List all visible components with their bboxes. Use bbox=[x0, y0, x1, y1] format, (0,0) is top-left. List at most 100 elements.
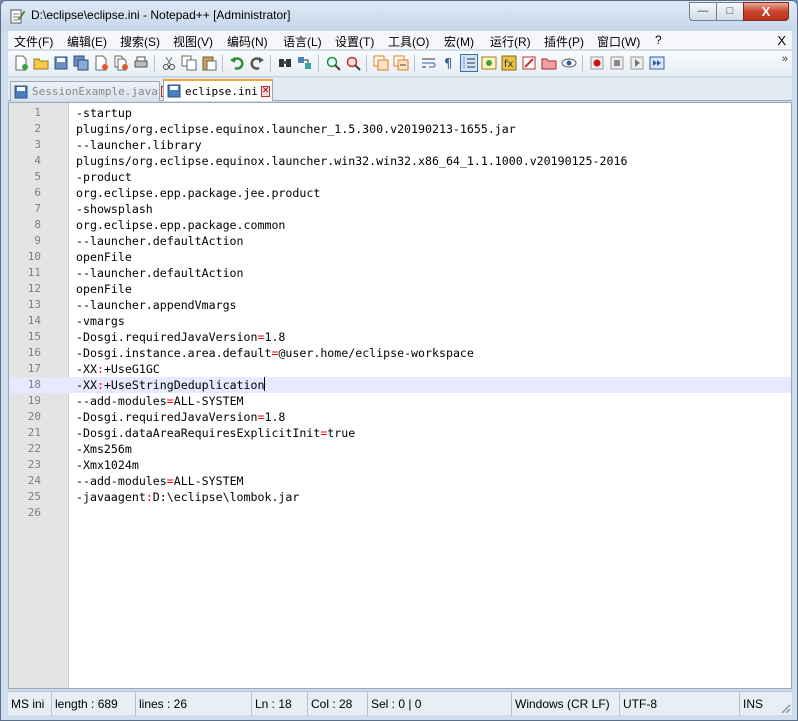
find-icon[interactable] bbox=[276, 54, 294, 72]
cut-icon[interactable] bbox=[160, 54, 178, 72]
document-map-icon[interactable] bbox=[480, 54, 498, 72]
editor-line[interactable]: 13 --launcher.appendVmargs bbox=[9, 297, 791, 313]
menu-macro[interactable]: 宏(M) bbox=[444, 33, 474, 50]
menu-settings[interactable]: 设置(T) bbox=[335, 33, 374, 50]
close-icon[interactable] bbox=[92, 54, 110, 72]
editor-line[interactable]: 20 -Dosgi.requiredJavaVersion=1.8 bbox=[9, 409, 791, 425]
tab-session-example[interactable]: SessionExample.java ✕ bbox=[10, 81, 171, 101]
menu-window[interactable]: 窗口(W) bbox=[597, 33, 640, 50]
status-encoding: UTF-8 bbox=[620, 692, 740, 716]
editor-line[interactable]: 2 plugins/org.eclipse.equinox.launcher_1.… bbox=[9, 121, 791, 137]
menu-tools[interactable]: 工具(O) bbox=[388, 33, 429, 50]
toolbar-separator bbox=[318, 55, 319, 72]
save-all-icon[interactable] bbox=[72, 54, 90, 72]
editor-line[interactable]: 5 -product bbox=[9, 169, 791, 185]
editor-line[interactable]: 8 org.eclipse.epp.package.common bbox=[9, 217, 791, 233]
sync-vertical-icon[interactable] bbox=[372, 54, 390, 72]
title-bar[interactable]: D:\eclipse\eclipse.ini - Notepad++ [Admi… bbox=[1, 1, 797, 31]
function-list-icon[interactable]: fx bbox=[500, 54, 518, 72]
save-icon[interactable] bbox=[52, 54, 70, 72]
editor-line[interactable]: 18 -XX:+UseStringDeduplication bbox=[9, 377, 791, 393]
editor-line[interactable]: 10 openFile bbox=[9, 249, 791, 265]
open-file-icon[interactable] bbox=[32, 54, 50, 72]
zoom-out-icon[interactable] bbox=[344, 54, 362, 72]
status-file-type: MS ini bbox=[8, 692, 52, 716]
stop-recording-icon[interactable] bbox=[608, 54, 626, 72]
editor-line[interactable]: 22 -Xms256m bbox=[9, 441, 791, 457]
maximize-button[interactable]: □ bbox=[716, 2, 744, 21]
text-editor[interactable]: 1 -startup 2 plugins/org.eclipse.equinox.la… bbox=[8, 102, 792, 689]
menu-help[interactable]: ? bbox=[655, 33, 662, 47]
line-text: plugins/org.eclipse.equinox.launcher.win… bbox=[76, 154, 628, 168]
monitoring-icon[interactable] bbox=[540, 54, 558, 72]
menu-encoding[interactable]: 编码(N) bbox=[227, 33, 268, 50]
indent-guide-icon[interactable] bbox=[460, 54, 478, 72]
menu-language[interactable]: 语言(L) bbox=[283, 33, 322, 50]
line-number: 26 bbox=[27, 506, 41, 519]
line-number: 20 bbox=[27, 410, 41, 423]
editor-line[interactable]: 4 plugins/org.eclipse.equinox.launcher.wi… bbox=[9, 153, 791, 169]
saved-file-icon bbox=[14, 85, 28, 99]
close-all-icon[interactable] bbox=[112, 54, 130, 72]
run-macro-multiple-icon[interactable] bbox=[648, 54, 666, 72]
paste-icon[interactable] bbox=[200, 54, 218, 72]
editor-line[interactable]: 26 bbox=[9, 505, 791, 521]
editor-line[interactable]: 7 -showsplash bbox=[9, 201, 791, 217]
menu-view[interactable]: 视图(V) bbox=[173, 33, 213, 50]
editor-line[interactable]: 25 -javaagent:D:\eclipse\lombok.jar bbox=[9, 489, 791, 505]
print-icon[interactable] bbox=[132, 54, 150, 72]
show-all-characters-icon[interactable]: ¶ bbox=[440, 54, 458, 72]
line-text: -startup bbox=[76, 106, 132, 120]
editor-line[interactable]: 12 openFile bbox=[9, 281, 791, 297]
close-window-button[interactable]: X bbox=[743, 2, 789, 21]
editor-line[interactable]: 24 --add-modules=ALL-SYSTEM bbox=[9, 473, 791, 489]
editor-line[interactable]: 15 -Dosgi.requiredJavaVersion=1.8 bbox=[9, 329, 791, 345]
line-number: 22 bbox=[27, 442, 41, 455]
menu-edit[interactable]: 编辑(E) bbox=[67, 33, 107, 50]
undo-icon[interactable] bbox=[228, 54, 246, 72]
line-text: -vmargs bbox=[76, 314, 125, 328]
line-number: 16 bbox=[27, 346, 41, 359]
line-number: 7 bbox=[34, 202, 41, 215]
editor-line[interactable]: 1 -startup bbox=[9, 105, 791, 121]
zoom-in-icon[interactable] bbox=[324, 54, 342, 72]
close-document-button[interactable]: X bbox=[777, 33, 786, 48]
folder-as-workspace-icon[interactable] bbox=[520, 54, 538, 72]
line-number: 21 bbox=[27, 426, 41, 439]
tab-close-icon[interactable]: ✕ bbox=[260, 85, 271, 97]
record-macro-icon[interactable] bbox=[588, 54, 606, 72]
toolbar-overflow-button[interactable]: » bbox=[782, 53, 788, 65]
toolbar-separator bbox=[582, 55, 583, 72]
editor-line[interactable]: 23 -Xmx1024m bbox=[9, 457, 791, 473]
word-wrap-icon[interactable] bbox=[420, 54, 438, 72]
tab-eclipse-ini[interactable]: eclipse.ini ✕ bbox=[163, 79, 273, 101]
redo-icon[interactable] bbox=[248, 54, 266, 72]
menu-run[interactable]: 运行(R) bbox=[490, 33, 531, 50]
editor-line[interactable]: 14 -vmargs bbox=[9, 313, 791, 329]
editor-line[interactable]: 21 -Dosgi.dataAreaRequiresExplicitInit=tr… bbox=[9, 425, 791, 441]
editor-line[interactable]: 11 --launcher.defaultAction bbox=[9, 265, 791, 281]
eye-icon[interactable] bbox=[560, 54, 578, 72]
menu-plugins[interactable]: 插件(P) bbox=[544, 33, 584, 50]
editor-line[interactable]: 6 org.eclipse.epp.package.jee.product bbox=[9, 185, 791, 201]
line-text: --add-modules=ALL-SYSTEM bbox=[76, 394, 244, 408]
menu-file[interactable]: 文件(F) bbox=[14, 33, 53, 50]
menu-search[interactable]: 搜索(S) bbox=[120, 33, 160, 50]
resize-grip-icon[interactable] bbox=[779, 702, 791, 714]
new-file-icon[interactable] bbox=[12, 54, 30, 72]
tab-label: SessionExample.java bbox=[32, 85, 158, 98]
editor-line[interactable]: 19 --add-modules=ALL-SYSTEM bbox=[9, 393, 791, 409]
editor-line[interactable]: 17 -XX:+UseG1GC bbox=[9, 361, 791, 377]
line-number: 5 bbox=[34, 170, 41, 183]
playback-icon[interactable] bbox=[628, 54, 646, 72]
line-text: -showsplash bbox=[76, 202, 153, 216]
line-number: 8 bbox=[34, 218, 41, 231]
copy-icon[interactable] bbox=[180, 54, 198, 72]
editor-line[interactable]: 3 --launcher.library bbox=[9, 137, 791, 153]
editor-line[interactable]: 16 -Dosgi.instance.area.default=@user.hom… bbox=[9, 345, 791, 361]
line-text: -XX:+UseStringDeduplication bbox=[76, 377, 266, 392]
minimize-button[interactable]: — bbox=[689, 2, 717, 21]
sync-horizontal-icon[interactable] bbox=[392, 54, 410, 72]
replace-icon[interactable] bbox=[296, 54, 314, 72]
editor-line[interactable]: 9 --launcher.defaultAction bbox=[9, 233, 791, 249]
